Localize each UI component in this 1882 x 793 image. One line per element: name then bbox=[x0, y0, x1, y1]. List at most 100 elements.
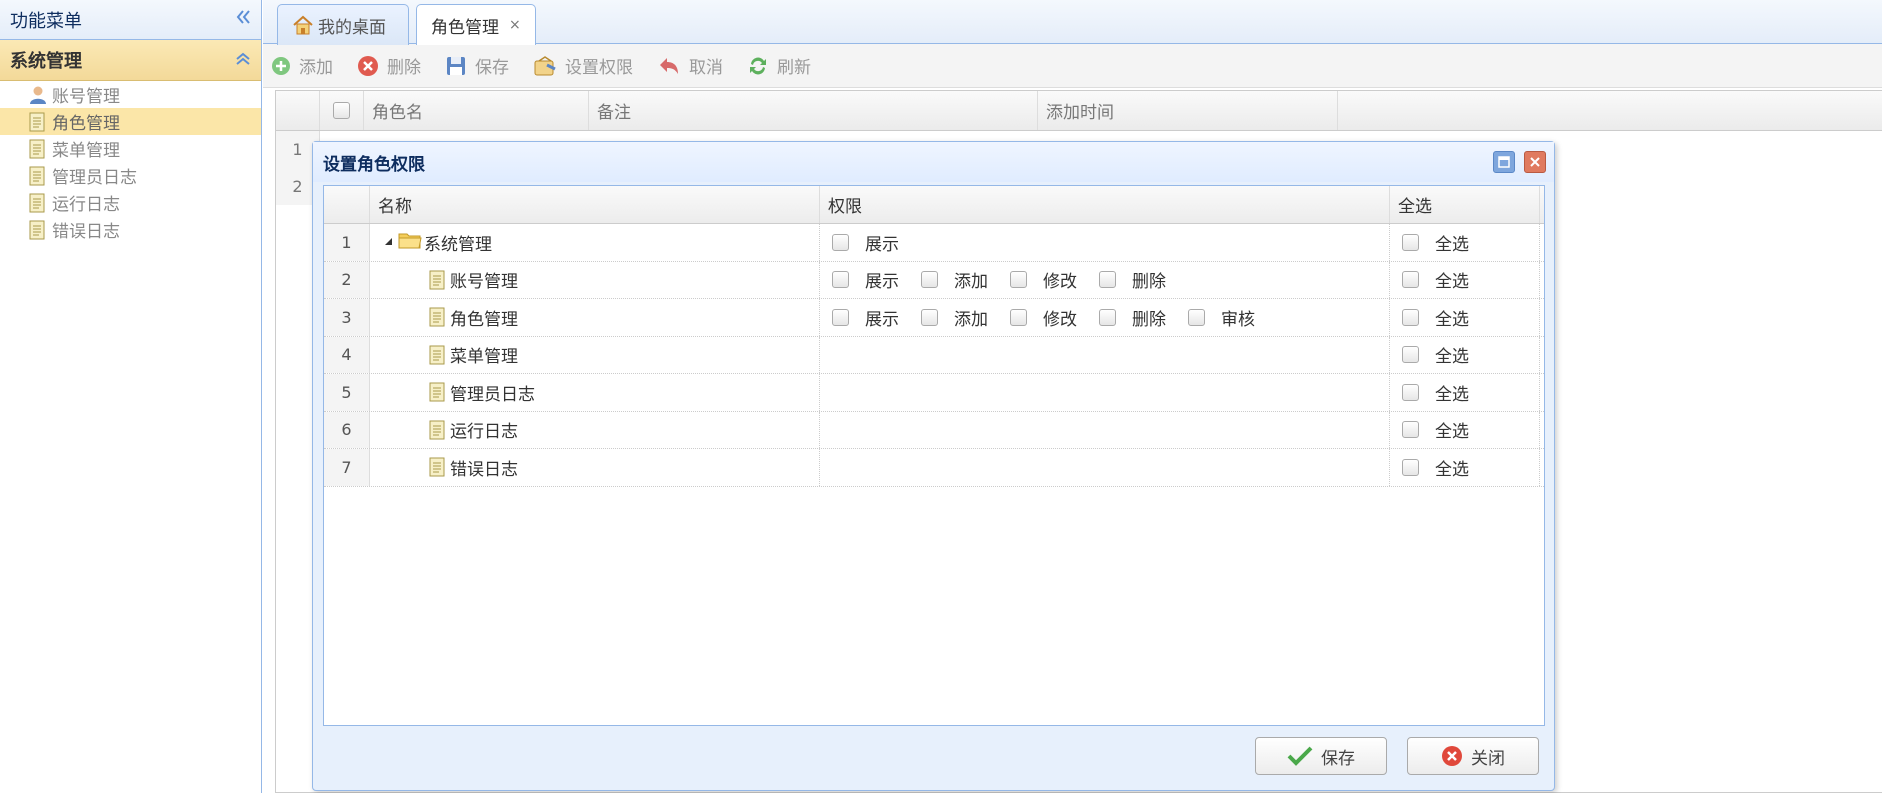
home-icon bbox=[293, 15, 313, 35]
cancel-button[interactable]: 取消 bbox=[657, 53, 723, 78]
tab-label: 角色管理 bbox=[431, 17, 499, 38]
permission-checkbox[interactable] bbox=[1099, 308, 1116, 326]
dialog-footer: 保存 关闭 bbox=[323, 728, 1545, 784]
column-name[interactable]: 名称 bbox=[370, 186, 820, 223]
set-permissions-button[interactable]: 设置权限 bbox=[533, 53, 633, 78]
row-number: 5 bbox=[324, 374, 370, 411]
permission-checkbox[interactable] bbox=[1010, 271, 1027, 289]
permission-cell: 展示 bbox=[820, 224, 1390, 261]
permission-cell bbox=[820, 336, 1390, 373]
select-all-checkbox[interactable] bbox=[320, 91, 364, 130]
permission-label: 修改 bbox=[1043, 272, 1077, 293]
permission-checkbox[interactable] bbox=[1010, 308, 1027, 326]
delete-button[interactable]: 删除 bbox=[357, 53, 421, 78]
sidebar-item[interactable]: 菜单管理 bbox=[0, 135, 261, 162]
node-label: 账号管理 bbox=[450, 272, 518, 293]
refresh-button[interactable]: 刷新 bbox=[747, 53, 811, 78]
document-icon bbox=[28, 112, 46, 132]
close-icon bbox=[1530, 157, 1540, 167]
column-added-time[interactable]: 添加时间 bbox=[1038, 91, 1338, 130]
collapse-left-icon[interactable] bbox=[235, 9, 251, 30]
check-icon bbox=[1287, 746, 1313, 766]
row-number: 1 bbox=[324, 224, 370, 261]
permission-treegrid: 名称 权限 全选 1 系统管理 展示 全选 2 账号管理 展示 添加 修改 删除 全选 3 角色管理 展示… bbox=[323, 185, 1545, 726]
permission-checkbox[interactable] bbox=[921, 271, 938, 289]
permission-label: 审核 bbox=[1221, 309, 1255, 330]
permission-cell bbox=[820, 449, 1390, 486]
permission-checkbox[interactable] bbox=[832, 271, 849, 289]
node-label: 系统管理 bbox=[424, 234, 492, 255]
dialog-save-button[interactable]: 保存 bbox=[1255, 737, 1387, 775]
permission-checkbox[interactable] bbox=[921, 308, 938, 326]
treegrid-row[interactable]: 1 系统管理 展示 全选 bbox=[324, 224, 1544, 262]
close-icon[interactable]: × bbox=[509, 17, 521, 33]
document-icon bbox=[28, 220, 46, 240]
column-select-all[interactable]: 全选 bbox=[1390, 186, 1540, 223]
dialog-title: 设置角色权限 bbox=[323, 154, 425, 175]
sidebar-item[interactable]: 角色管理 bbox=[0, 108, 261, 135]
permission-checkbox[interactable] bbox=[1188, 308, 1205, 326]
document-icon bbox=[28, 193, 46, 213]
select-all-label: 全选 bbox=[1435, 384, 1469, 405]
tab-role-management[interactable]: 角色管理 × bbox=[416, 4, 536, 45]
permission-checkbox[interactable] bbox=[1099, 271, 1116, 289]
permissions-icon bbox=[534, 55, 556, 75]
column-remark[interactable]: 备注 bbox=[589, 91, 1038, 130]
dialog-close-button[interactable] bbox=[1524, 151, 1546, 173]
treegrid-row[interactable]: 6 运行日志 全选 bbox=[324, 411, 1544, 449]
select-all-checkbox[interactable] bbox=[1402, 308, 1419, 326]
dialog-close-footer-button[interactable]: 关闭 bbox=[1407, 737, 1539, 775]
permission-cell: 展示 添加 修改 删除 审核 bbox=[820, 299, 1390, 336]
expand-arrow-icon[interactable] bbox=[382, 232, 394, 252]
treegrid-row[interactable]: 7 错误日志 全选 bbox=[324, 449, 1544, 487]
permission-checkbox[interactable] bbox=[832, 308, 849, 326]
sidebar-item-label: 菜单管理 bbox=[52, 141, 120, 161]
permission-checkbox[interactable] bbox=[832, 233, 849, 251]
select-all-checkbox[interactable] bbox=[1402, 233, 1419, 251]
row-number: 6 bbox=[324, 411, 370, 448]
save-button[interactable]: 保存 bbox=[445, 53, 509, 78]
node-label: 运行日志 bbox=[450, 422, 518, 443]
grid-rownum-header bbox=[276, 91, 320, 130]
delete-icon bbox=[358, 55, 378, 76]
select-all-checkbox[interactable] bbox=[1402, 271, 1419, 289]
treegrid-row[interactable]: 3 角色管理 展示 添加 修改 删除 审核 全选 bbox=[324, 299, 1544, 337]
permission-dialog: 设置角色权限 名称 权限 全选 1 系统管理 展示 全选 2 账号管理 展示 添加 修改 删除 全选… bbox=[312, 141, 1555, 791]
select-all-checkbox[interactable] bbox=[1402, 458, 1419, 476]
select-all-checkbox[interactable] bbox=[1402, 383, 1419, 401]
maximize-button[interactable] bbox=[1492, 151, 1515, 173]
select-all-label: 全选 bbox=[1435, 309, 1469, 330]
treegrid-rownum-header bbox=[324, 186, 370, 223]
treegrid-row[interactable]: 2 账号管理 展示 添加 修改 删除 全选 bbox=[324, 261, 1544, 299]
sidebar-title: 功能菜单 bbox=[10, 10, 82, 32]
dialog-header: 设置角色权限 bbox=[313, 142, 1554, 182]
column-role-name[interactable]: 角色名 bbox=[364, 91, 589, 130]
permission-label: 修改 bbox=[1043, 309, 1077, 330]
select-all-cell: 全选 bbox=[1390, 261, 1540, 298]
sidebar-item[interactable]: 运行日志 bbox=[0, 189, 261, 216]
sidebar-item[interactable]: 账号管理 bbox=[0, 81, 261, 108]
add-button[interactable]: 添加 bbox=[271, 53, 333, 78]
node-label: 角色管理 bbox=[450, 309, 518, 330]
select-all-checkbox[interactable] bbox=[1402, 346, 1419, 364]
sidebar-item[interactable]: 错误日志 bbox=[0, 216, 261, 243]
permission-label: 删除 bbox=[1132, 309, 1166, 330]
sidebar-section-header[interactable]: 系统管理 bbox=[0, 40, 261, 81]
treegrid-row[interactable]: 5 管理员日志 全选 bbox=[324, 374, 1544, 412]
sidebar-section-title: 系统管理 bbox=[10, 51, 82, 72]
tab-desktop[interactable]: 我的桌面 bbox=[277, 4, 409, 45]
add-icon bbox=[272, 56, 290, 75]
select-all-checkbox[interactable] bbox=[1402, 421, 1419, 439]
folder-icon bbox=[398, 230, 422, 255]
collapse-up-icon[interactable] bbox=[235, 50, 251, 71]
document-icon bbox=[28, 139, 46, 159]
refresh-icon bbox=[750, 57, 766, 74]
user-icon bbox=[28, 85, 46, 105]
sidebar-item-label: 角色管理 bbox=[52, 114, 120, 134]
sidebar-item[interactable]: 管理员日志 bbox=[0, 162, 261, 189]
row-number: 2 bbox=[324, 261, 370, 298]
permission-label: 展示 bbox=[865, 309, 899, 330]
node-name-cell: 运行日志 bbox=[370, 411, 820, 448]
column-permission[interactable]: 权限 bbox=[820, 186, 1390, 223]
treegrid-row[interactable]: 4 菜单管理 全选 bbox=[324, 336, 1544, 374]
